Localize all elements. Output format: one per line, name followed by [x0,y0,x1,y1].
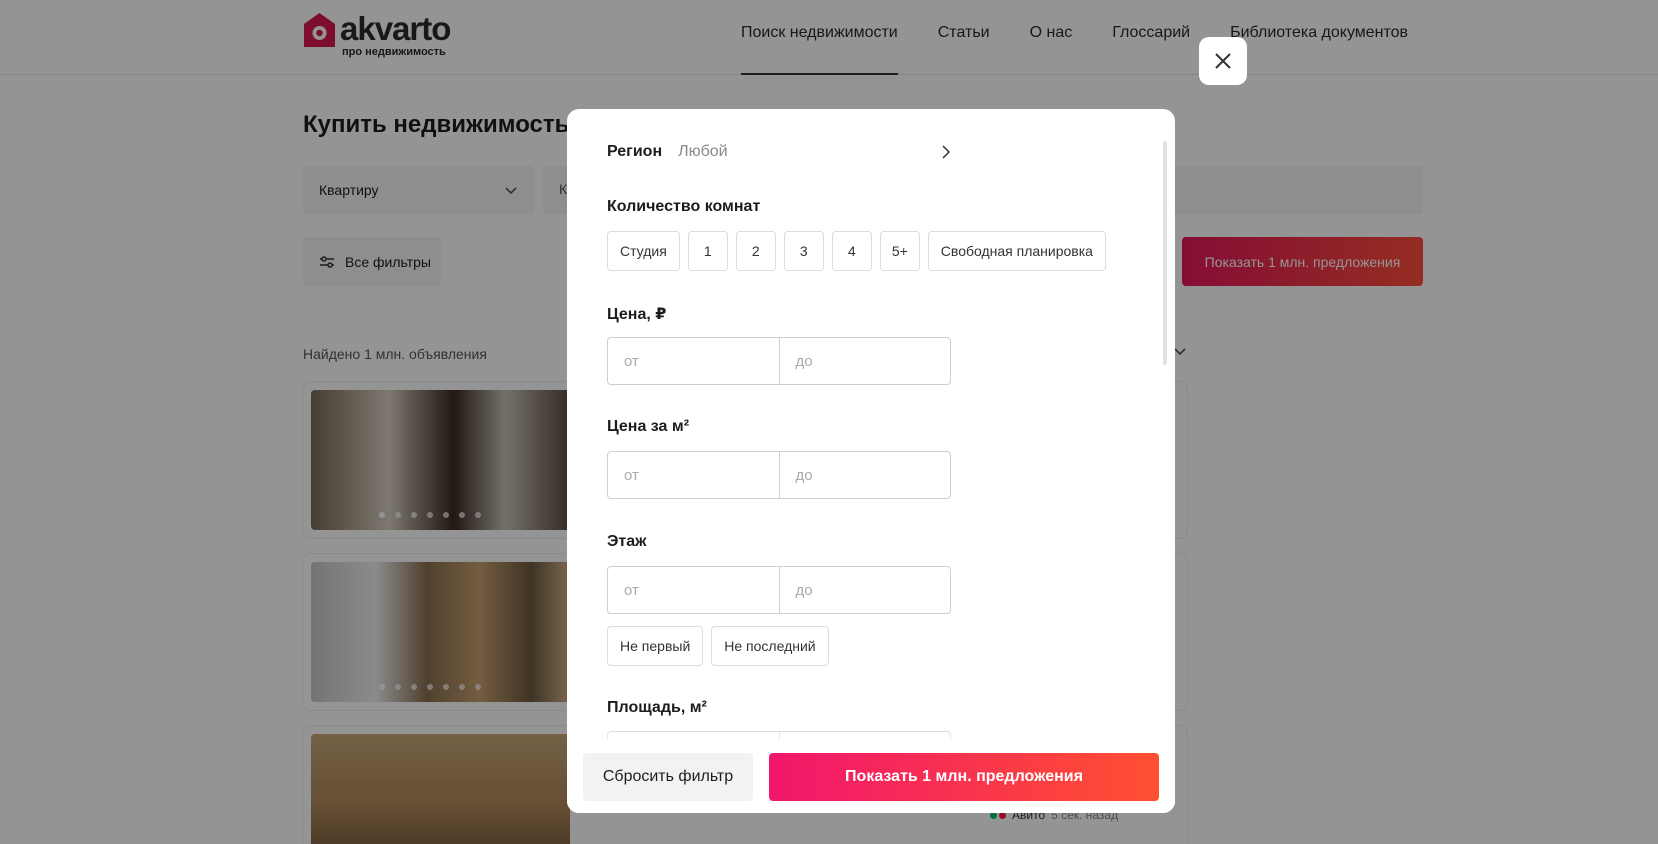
rooms-title: Количество комнат [607,198,761,215]
room-chip-free-layout[interactable]: Свободная планировка [927,231,1106,271]
chevron-right-icon [942,145,951,159]
close-icon [1215,53,1231,69]
reset-filter-button[interactable]: Сбросить фильтр [583,753,753,801]
floor-title: Этаж [607,533,647,550]
price-from-input[interactable]: от [608,338,779,384]
room-chip-5plus[interactable]: 5+ [879,231,920,271]
area-from-input[interactable] [608,732,779,741]
close-button[interactable] [1199,37,1247,85]
floor-not-first-chip[interactable]: Не первый [607,626,704,666]
area-to-input[interactable] [778,732,951,741]
show-results-button[interactable]: Показать 1 млн. предложения [769,753,1159,801]
room-chip-4[interactable]: 4 [831,231,872,271]
price-per-sqm-range: от до [607,451,951,499]
price-range: от до [607,337,951,385]
price-sqm-from-input[interactable]: от [608,452,779,498]
region-selector[interactable]: Регион Любой [607,143,951,161]
floor-options: Не первый Не последний [607,626,829,666]
rooms-options: Студия 1 2 3 4 5+ Свободная планировка [607,231,1106,271]
region-label: Регион [607,143,663,160]
price-to-input[interactable]: до [778,338,951,384]
room-chip-studio[interactable]: Студия [607,231,680,271]
price-sqm-to-input[interactable]: до [778,452,951,498]
room-chip-2[interactable]: 2 [735,231,776,271]
room-chip-1[interactable]: 1 [687,231,728,271]
floor-not-last-chip[interactable]: Не последний [711,626,829,666]
filters-body: Регион Любой Количество комнат Студия 1 … [567,109,1175,741]
modal-footer: Сбросить фильтр Показать 1 млн. предложе… [567,741,1175,813]
price-per-sqm-title: Цена за м² [607,418,690,435]
floor-from-input[interactable]: от [608,567,779,613]
floor-range: от до [607,566,951,614]
filters-modal: Регион Любой Количество комнат Студия 1 … [567,109,1175,813]
scrollbar[interactable] [1163,141,1167,365]
floor-to-input[interactable]: до [778,567,951,613]
region-value: Любой [678,143,728,160]
room-chip-3[interactable]: 3 [783,231,824,271]
area-title: Площадь, м² [607,699,707,716]
price-title: Цена, ₽ [607,306,667,323]
area-range [607,731,951,741]
